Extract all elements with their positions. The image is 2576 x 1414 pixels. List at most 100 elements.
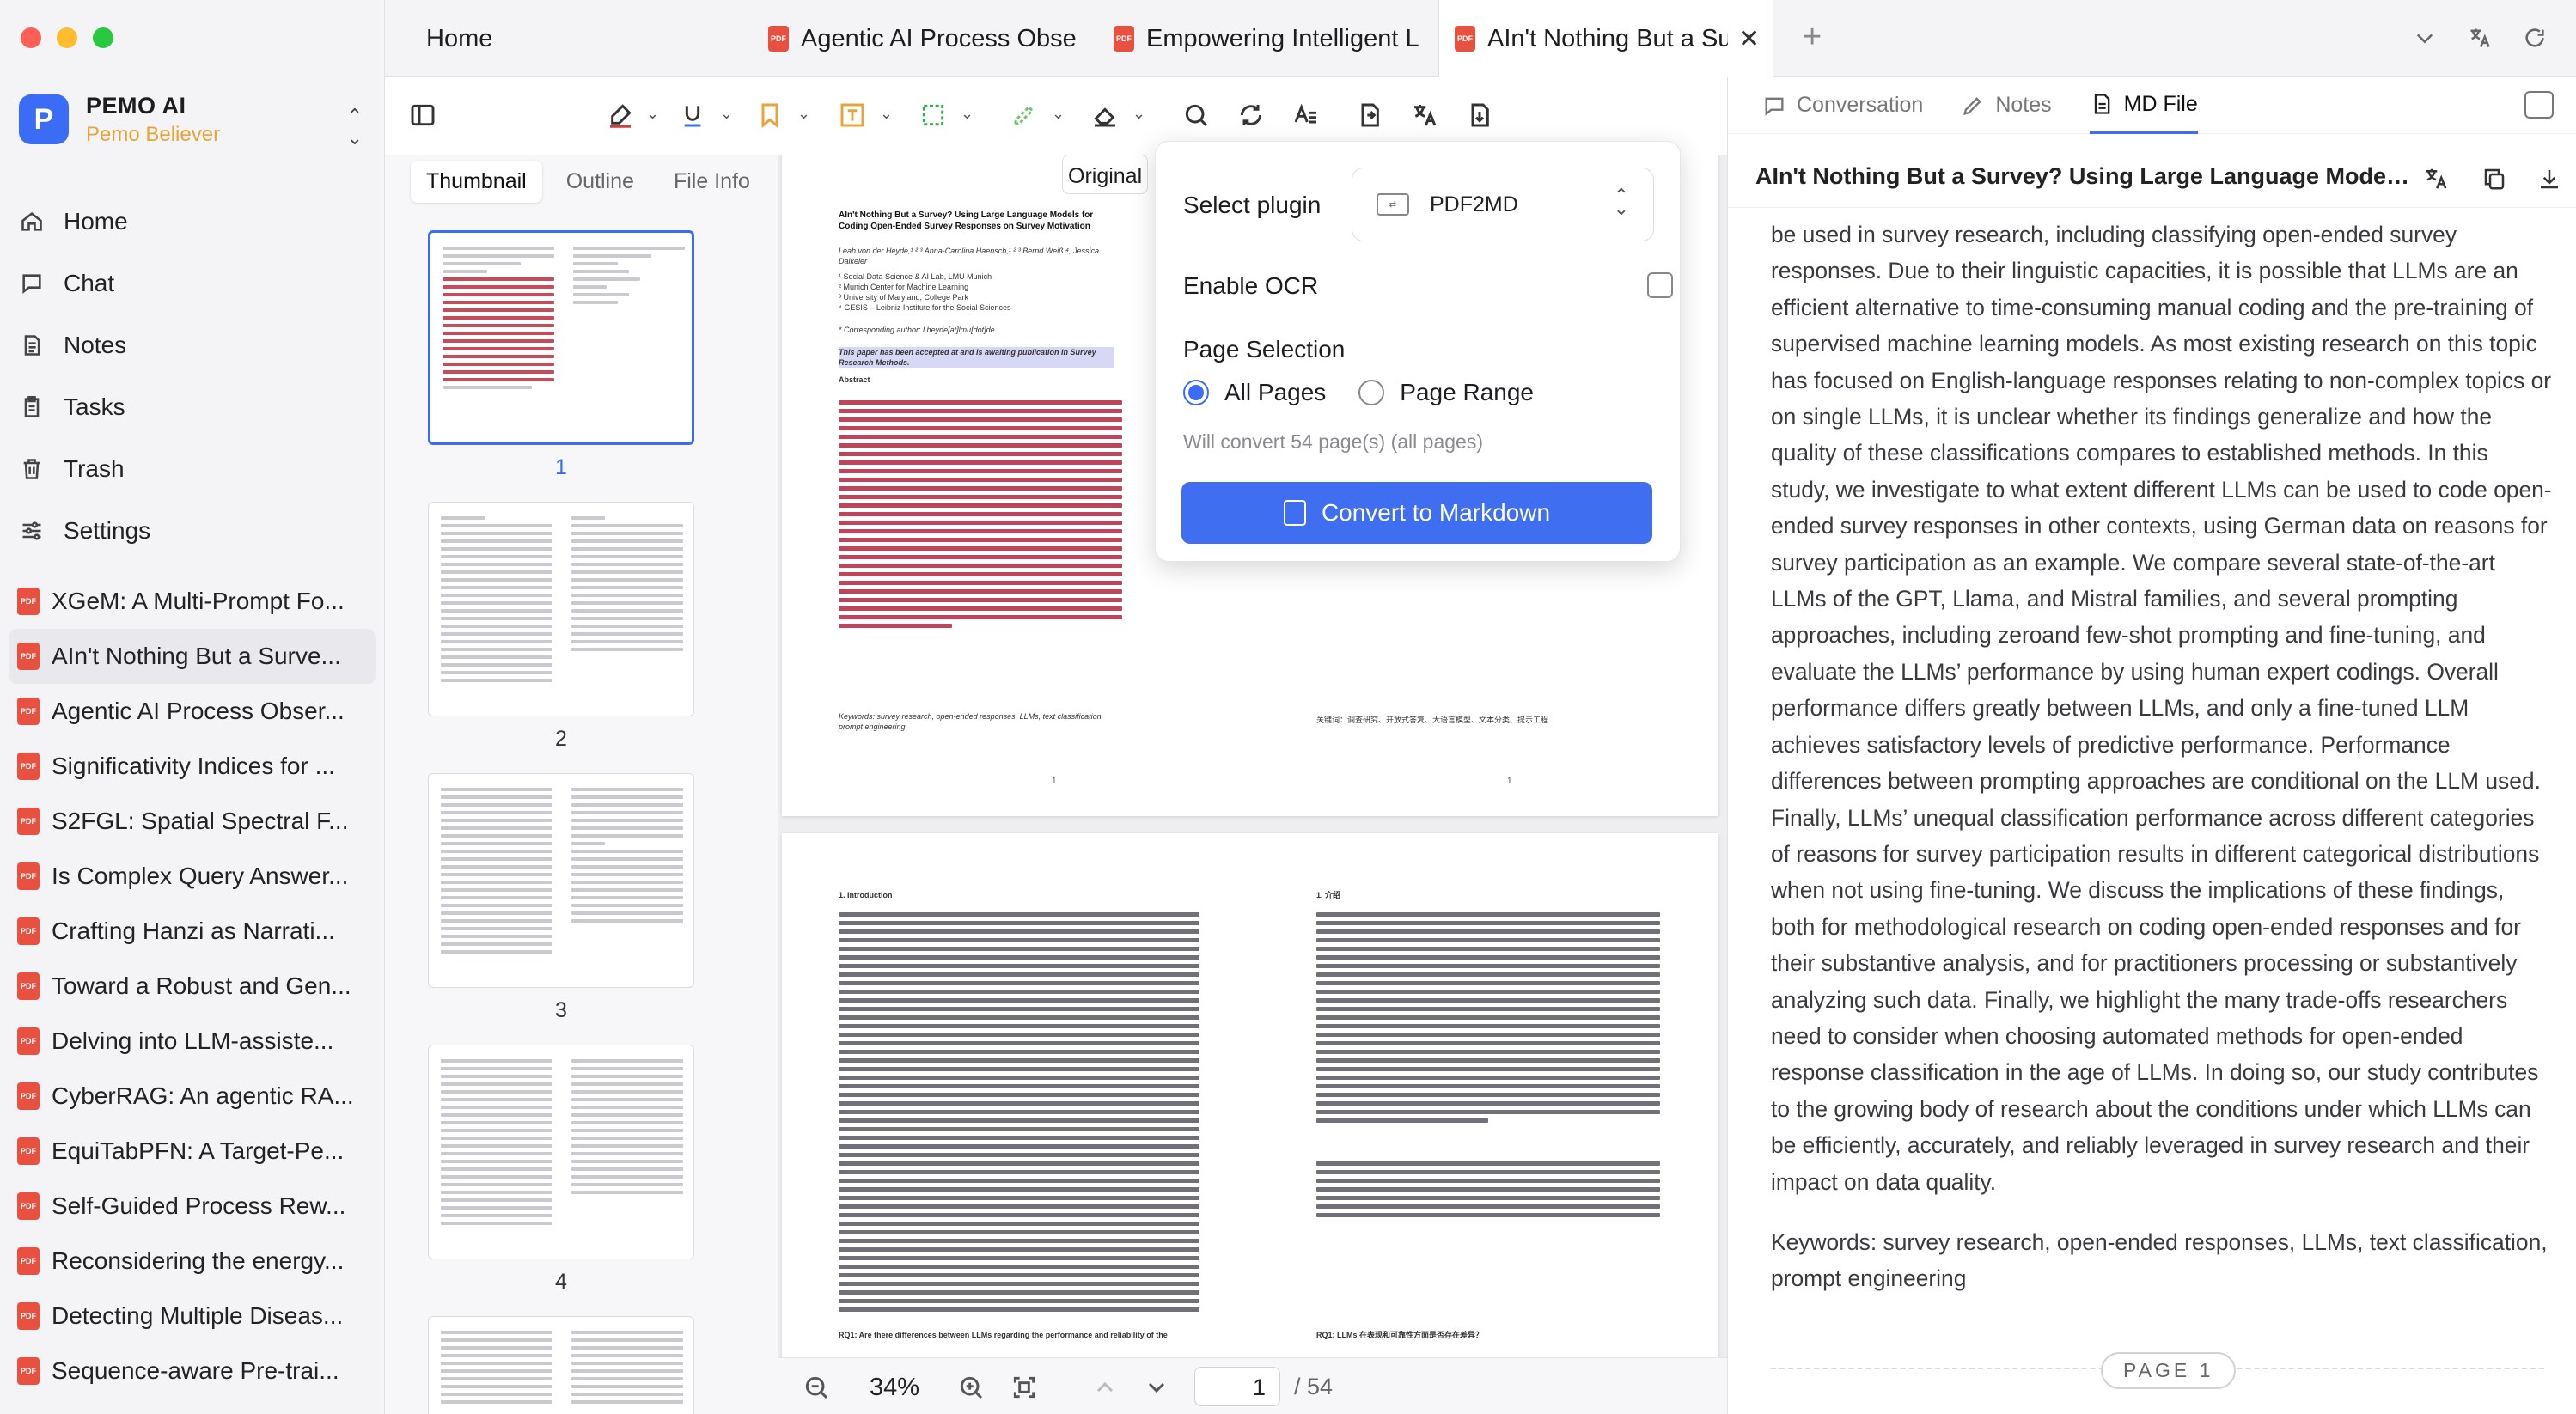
document-item[interactable]: PDF Crafting Hanzi as Narrati... (0, 904, 385, 959)
page-thumbnail[interactable] (428, 1316, 694, 1414)
copy-icon[interactable] (2479, 163, 2510, 194)
tab-home[interactable]: Home (426, 0, 718, 77)
document-item[interactable]: PDF Significativity Indices for ... (0, 739, 385, 794)
chevron-updown-icon[interactable]: ⌃ ⌄ (347, 105, 363, 149)
document-item[interactable]: PDF Self-Guided Process Rew... (0, 1179, 385, 1234)
window-controls (21, 27, 113, 48)
tab-bar: Home PDF Agentic AI Process Obse PDF Emp… (385, 0, 2576, 77)
maximize-window-button[interactable] (93, 27, 113, 48)
chevron-down-icon[interactable]: ⌄ (880, 105, 893, 123)
enable-ocr-checkbox[interactable] (1647, 272, 1673, 298)
rotate-icon[interactable] (1230, 94, 1272, 136)
minimize-window-button[interactable] (57, 27, 77, 48)
tab-document[interactable]: PDF Agentic AI Process Obse (768, 0, 1107, 77)
document-item[interactable]: PDF Delving into LLM-assiste... (0, 1014, 385, 1069)
sidebar-item-trash[interactable]: Trash (0, 438, 385, 500)
document-item-active[interactable]: PDF AIn't Nothing But a Surve... (9, 629, 376, 684)
export-document-icon[interactable] (1459, 94, 1500, 136)
panel-toggle-icon[interactable] (2524, 91, 2554, 119)
download-icon[interactable] (2534, 163, 2565, 194)
all-pages-radio[interactable] (1183, 380, 1209, 405)
zoom-out-icon[interactable] (801, 1372, 832, 1403)
chevron-down-icon[interactable]: ⌄ (1132, 105, 1145, 123)
next-page-icon[interactable] (1141, 1372, 1172, 1403)
document-item[interactable]: PDF Sequence-aware Pre-trai... (0, 1344, 385, 1399)
eraser-icon[interactable] (1084, 94, 1126, 136)
translate-icon[interactable] (2463, 21, 2497, 55)
page-thumbnail[interactable] (428, 502, 694, 716)
document-item[interactable]: PDF Detecting Multiple Diseas... (0, 1289, 385, 1344)
acceptance-note: This paper has been accepted at and is a… (839, 347, 1114, 368)
sidebar-item-settings[interactable]: Settings (0, 500, 385, 562)
tab-document[interactable]: PDF Empowering Intelligent L (1114, 0, 1449, 77)
bookmark-icon[interactable] (749, 94, 791, 136)
zoom-level[interactable]: 34% (870, 1374, 919, 1402)
document-item[interactable]: PDF Agentic AI Process Obser... (0, 684, 385, 739)
document-item[interactable]: PDF S2FGL: Spatial Spectral F... (0, 794, 385, 849)
translate-icon[interactable] (1404, 94, 1445, 136)
close-icon[interactable]: ✕ (1738, 24, 1760, 54)
chevron-down-icon[interactable]: ⌄ (797, 105, 810, 123)
page-thumbnail[interactable] (428, 1045, 694, 1259)
chevron-down-icon[interactable] (2408, 21, 2442, 55)
zoom-in-icon[interactable] (955, 1372, 986, 1403)
fit-page-icon[interactable] (1009, 1372, 1040, 1403)
pdf-file-icon: PDF (17, 1082, 40, 1110)
account-switcher[interactable]: P PEMO AI Pemo Believer ⌃ ⌄ (19, 89, 363, 149)
sidebar-toggle-icon[interactable] (402, 94, 443, 136)
thumbnail-page-number: 1 (555, 455, 567, 479)
page-range-radio[interactable] (1358, 380, 1385, 405)
chevron-down-icon[interactable]: ⌄ (961, 105, 974, 123)
page-number-input[interactable]: 1 (1194, 1367, 1280, 1406)
document-item[interactable]: PDF CyberRAG: An agentic RA... (0, 1069, 385, 1124)
sidebar-item-chat[interactable]: Chat (0, 253, 385, 314)
document-item[interactable]: PDF Is Complex Query Answer... (0, 849, 385, 904)
document-icon (1283, 500, 1306, 526)
pdf-navigation-bar: 34% 1 / 54 (778, 1357, 1727, 1414)
document-item[interactable]: PDF Toward a Robust and Gen... (0, 959, 385, 1014)
document-item[interactable]: PDF Reconsidering the energy... (0, 1234, 385, 1289)
underline-icon[interactable] (672, 94, 713, 136)
tab-file-info[interactable]: File Info (658, 161, 766, 203)
convert-to-markdown-button[interactable]: Convert to Markdown (1181, 482, 1652, 544)
all-pages-label[interactable]: All Pages (1224, 379, 1326, 406)
chevron-down-icon[interactable]: ⌄ (1052, 105, 1065, 123)
original-view-toggle[interactable]: Original (1062, 155, 1148, 194)
page-thumbnail[interactable] (428, 230, 694, 445)
page-thumbnail[interactable] (428, 773, 694, 988)
document-item[interactable]: PDF XGeM: A Multi-Prompt Fo... (0, 574, 385, 629)
page-selection-options: All Pages Page Range (1183, 379, 1534, 406)
refresh-icon[interactable] (2518, 21, 2552, 55)
md-file-header: AIn't Nothing But a Survey? Using Large … (1728, 146, 2576, 208)
search-icon[interactable] (1175, 94, 1217, 136)
page-range-label[interactable]: Page Range (1400, 379, 1534, 406)
chevron-updown-icon: ⌃ ⌄ (1613, 185, 1629, 219)
abstract-heading: Abstract (839, 375, 870, 384)
text-box-icon[interactable] (832, 94, 873, 136)
sidebar-item-tasks[interactable]: Tasks (0, 376, 385, 438)
highlighter-icon[interactable] (600, 94, 641, 136)
pdf-file-icon: PDF (17, 1247, 40, 1275)
sidebar-item-label: Tasks (64, 393, 125, 420)
document-item[interactable]: PDF EquiTabPFN: A Target-Pe... (0, 1124, 385, 1179)
tab-conversation[interactable]: Conversation (1762, 77, 1923, 134)
tab-notes[interactable]: Notes (1961, 77, 2052, 134)
tab-document-active[interactable]: PDF AIn't Nothing But a Su ✕ (1438, 0, 1773, 77)
sidebar-item-home[interactable]: Home (0, 191, 385, 253)
sidebar-item-notes[interactable]: Notes (0, 314, 385, 376)
previous-page-icon[interactable] (1090, 1372, 1120, 1403)
add-tab-button[interactable]: + (1803, 19, 1822, 56)
tab-thumbnail[interactable]: Thumbnail (411, 160, 542, 203)
research-question-zh: RQ1: LLMs 在表现和可靠性方面是否存在差异？ (1316, 1331, 1484, 1339)
convert-document-icon[interactable] (1349, 94, 1390, 136)
tab-outline[interactable]: Outline (551, 161, 650, 203)
translate-icon[interactable] (2420, 163, 2451, 194)
area-select-icon[interactable] (913, 94, 954, 136)
text-format-icon[interactable] (1285, 94, 1327, 136)
tab-md-file[interactable]: MD File (2089, 77, 2198, 134)
chevron-down-icon[interactable]: ⌄ (720, 105, 733, 123)
close-window-button[interactable] (21, 27, 41, 48)
chevron-down-icon[interactable]: ⌄ (646, 105, 659, 123)
plugin-select[interactable]: ⇄ PDF2MD ⌃ ⌄ (1352, 168, 1654, 241)
pen-icon[interactable] (1004, 94, 1045, 136)
